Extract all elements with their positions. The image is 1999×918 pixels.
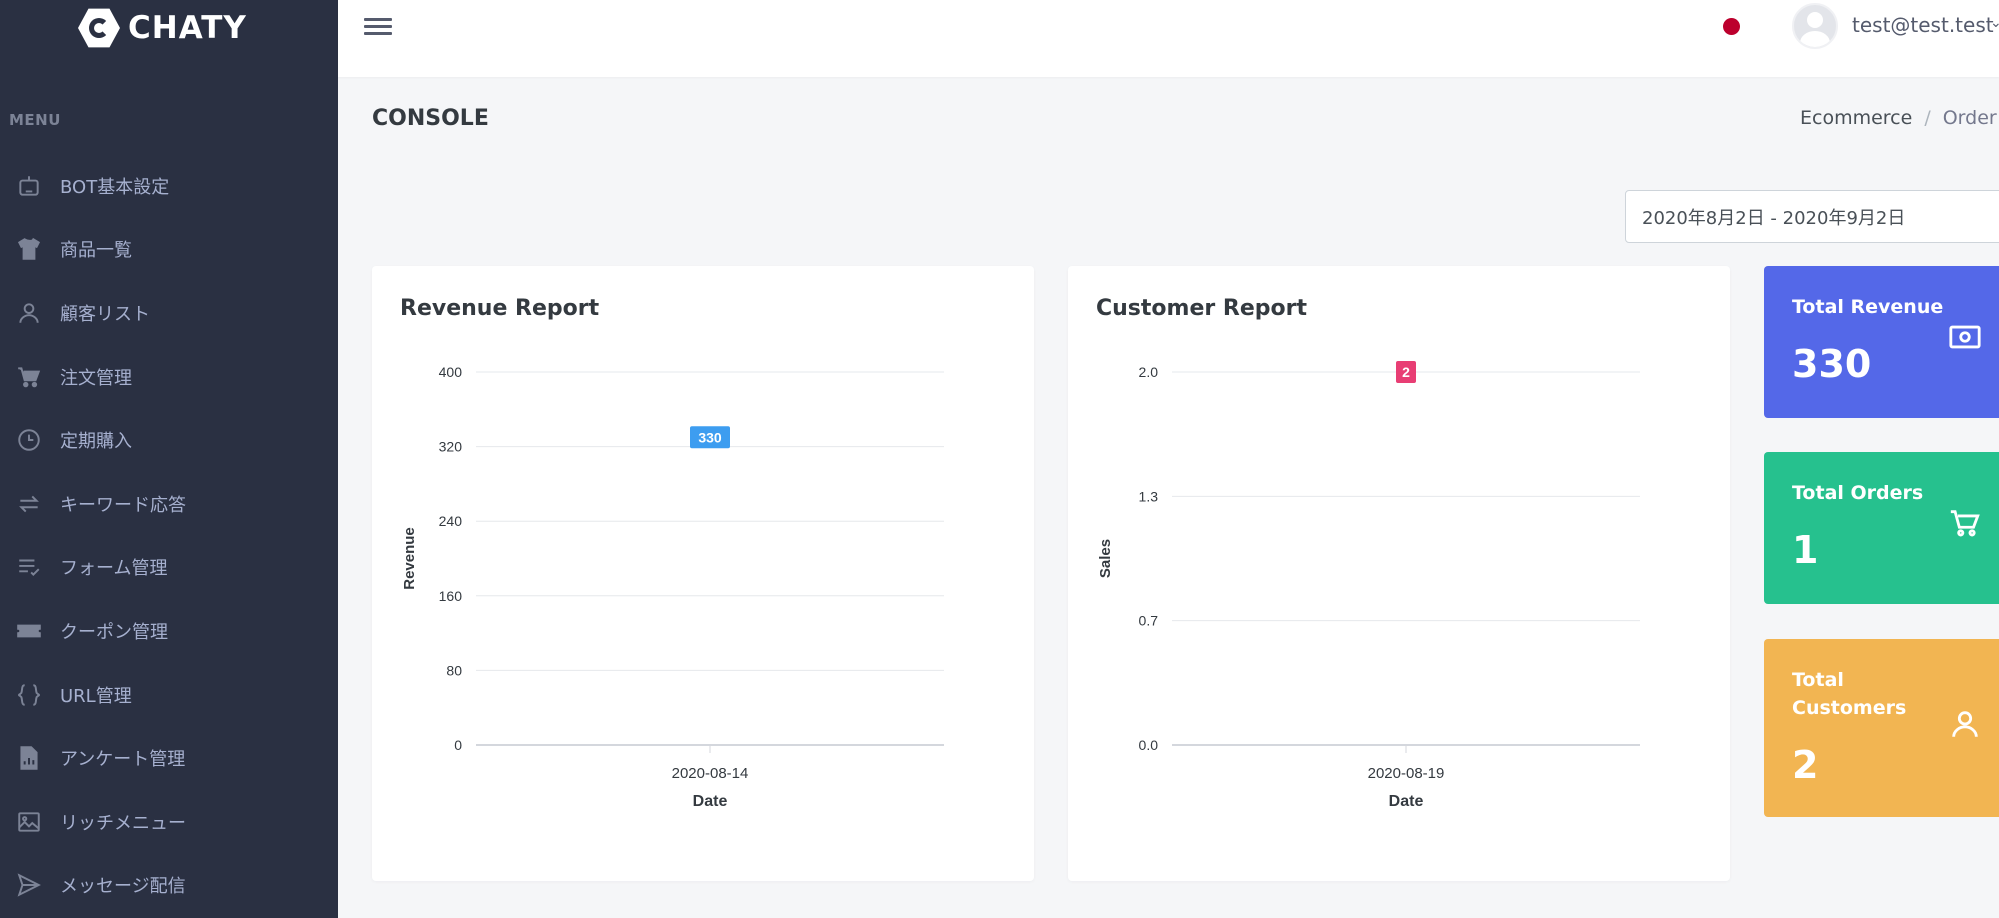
sidebar-item-label: フォーム管理 [60, 558, 168, 580]
robot-icon [14, 171, 44, 201]
menu-title: MENU [9, 111, 61, 129]
breadcrumb-order: Order [1942, 107, 1997, 129]
money-icon [1948, 320, 1982, 358]
sidebar-item-coupons[interactable]: クーポン管理 [0, 599, 338, 663]
sidebar-item-label: URL管理 [60, 685, 132, 707]
tshirt-icon [14, 234, 44, 264]
sidebar-item-forms[interactable]: フォーム管理 [0, 536, 338, 600]
sidebar-item-message-delivery[interactable]: メッセージ配信 [0, 854, 338, 918]
sidebar-item-keyword-response[interactable]: キーワード応答 [0, 472, 338, 536]
sidebar-item-label: BOT基本設定 [60, 176, 170, 198]
page-title: CONSOLE [372, 106, 489, 131]
sidebar-item-label: キーワード応答 [60, 494, 186, 516]
sidebar-item-label: メッセージ配信 [60, 876, 186, 898]
sidebar: CHATY MENU BOT基本設定 商品一覧 顧客リスト 注文管理 定期購入 … [0, 0, 338, 918]
sidebar-item-customers[interactable]: 顧客リスト [0, 281, 338, 345]
sidebar-nav: BOT基本設定 商品一覧 顧客リスト 注文管理 定期購入 キーワード応答 フォー… [0, 154, 338, 917]
y-tick-label: 0.7 [1139, 613, 1159, 629]
y-tick-label: 240 [439, 513, 463, 529]
sidebar-item-label: 定期購入 [60, 431, 132, 453]
chaty-logo-icon [78, 8, 120, 48]
swap-arrows-icon [14, 489, 44, 519]
revenue-report-card: Revenue Report 400 320 240 160 80 0 2020-08-14… [372, 266, 1034, 881]
sidebar-item-label: アンケート管理 [60, 749, 186, 771]
brand-name: CHATY [128, 10, 247, 46]
sidebar-item-subscriptions[interactable]: 定期購入 [0, 408, 338, 472]
y-tick-label: 0.0 [1139, 737, 1159, 753]
stat-label: Total Revenue [1792, 296, 1944, 318]
avatar[interactable] [1792, 3, 1838, 49]
stat-value: 1 [1792, 528, 1819, 572]
breadcrumb-separator: / [1924, 107, 1931, 129]
user-email[interactable]: test@test.test [1852, 13, 1994, 37]
y-tick-label: 2.0 [1139, 364, 1159, 380]
sidebar-item-urls[interactable]: URL管理 [0, 663, 338, 727]
customer-chart: 2.0 1.3 0.7 0.0 2020-08-19 2 Date Sales [1097, 361, 1640, 810]
date-range-picker[interactable]: 2020年8月2日 - 2020年9月2日 [1625, 190, 1999, 243]
x-tick-label: 2020-08-19 [1368, 765, 1445, 782]
revenue-chart: 400 320 240 160 80 0 2020-08-14 330 Date Revenue [401, 364, 944, 810]
sidebar-item-label: 顧客リスト [60, 303, 150, 325]
user-icon [1948, 707, 1982, 745]
total-orders-card: Total Orders 1 [1764, 452, 1999, 604]
x-axis-label: Date [693, 793, 728, 810]
sidebar-item-surveys[interactable]: アンケート管理 [0, 726, 338, 790]
sidebar-item-label: 注文管理 [60, 367, 132, 389]
y-axis-label: Revenue [401, 527, 418, 590]
breadcrumb-ecommerce[interactable]: Ecommerce [1800, 107, 1912, 129]
chevron-down-icon[interactable]: ⌄ [1990, 15, 1999, 31]
japan-flag-icon[interactable] [1723, 18, 1740, 35]
data-label: 330 [698, 429, 722, 445]
y-axis-label: Sales [1097, 539, 1114, 578]
stat-value: 330 [1792, 342, 1872, 386]
menu-toggle-icon[interactable] [364, 14, 392, 38]
x-tick-label: 2020-08-14 [672, 765, 749, 782]
sidebar-item-label: 商品一覧 [60, 240, 132, 262]
sidebar-item-bot-settings[interactable]: BOT基本設定 [0, 154, 338, 218]
stat-label: Total Orders [1792, 482, 1924, 504]
user-icon [14, 298, 44, 328]
sidebar-item-products[interactable]: 商品一覧 [0, 218, 338, 282]
report-file-icon [14, 743, 44, 773]
breadcrumb: Ecommerce / Order [1800, 107, 1997, 129]
cart-icon [1948, 506, 1982, 544]
total-revenue-card: Total Revenue 330 [1764, 266, 1999, 418]
ticket-icon [14, 616, 44, 646]
sidebar-item-rich-menu[interactable]: リッチメニュー [0, 790, 338, 854]
braces-icon [14, 680, 44, 710]
topbar: test@test.test ⌄ [338, 0, 1999, 77]
brand-logo[interactable]: CHATY [78, 4, 247, 52]
sidebar-item-label: クーポン管理 [60, 621, 168, 643]
send-icon [14, 870, 44, 900]
data-label: 2 [1402, 364, 1410, 380]
x-axis-label: Date [1389, 793, 1424, 810]
customer-report-card: Customer Report 2.0 1.3 0.7 0.0 2020-08-19 2 D… [1068, 266, 1730, 881]
stat-label: Total Customers [1792, 669, 1907, 719]
image-icon [14, 807, 44, 837]
y-tick-label: 1.3 [1139, 488, 1159, 504]
list-check-icon [14, 552, 44, 582]
y-tick-label: 0 [454, 737, 462, 753]
sidebar-item-label: リッチメニュー [60, 812, 186, 834]
y-tick-label: 160 [439, 588, 463, 604]
sidebar-item-orders[interactable]: 注文管理 [0, 345, 338, 409]
cart-icon [14, 362, 44, 392]
stat-value: 2 [1792, 743, 1819, 787]
y-tick-label: 400 [439, 364, 463, 380]
total-customers-card: Total Customers 2 [1764, 639, 1999, 817]
y-tick-label: 320 [439, 439, 463, 455]
clock-icon [14, 425, 44, 455]
y-tick-label: 80 [446, 662, 462, 678]
